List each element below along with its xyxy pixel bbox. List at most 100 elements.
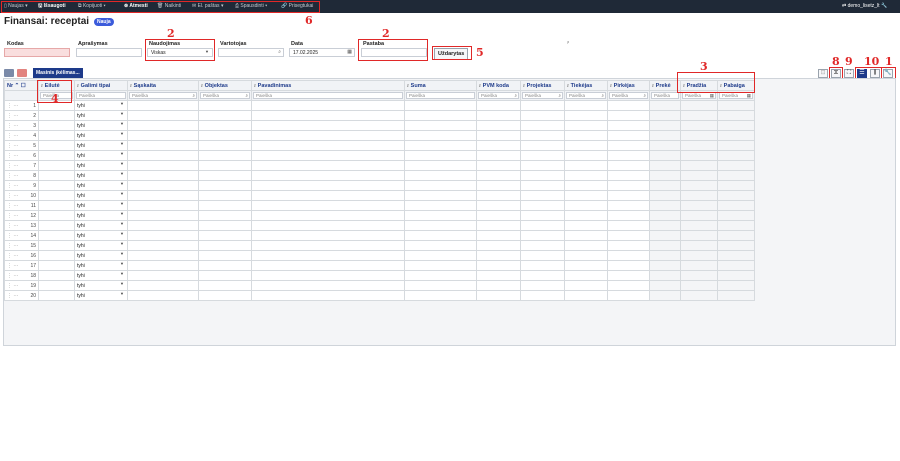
grid-cell[interactable] [198,290,252,301]
grid-cell[interactable] [564,230,608,241]
grid-cell[interactable] [127,100,199,111]
search-input-objektas[interactable]: Paieška ⌕ [200,92,250,99]
grid-cell[interactable] [564,160,608,171]
drag-handle-icon[interactable]: ⋮ ⋯ [7,273,18,279]
grid-cell[interactable] [476,110,521,121]
grid-cell[interactable] [520,170,565,181]
grid-cell[interactable] [520,100,565,111]
search-input-galimi-tipai[interactable]: Paieška [76,92,126,99]
grid-cell[interactable] [649,100,681,111]
drag-handle-icon[interactable]: ⋮ ⋯ [7,103,18,109]
grid-cell[interactable] [251,210,405,221]
drag-handle-icon[interactable]: ⋮ ⋯ [7,293,18,299]
grid-cell[interactable] [476,230,521,241]
grid-cell[interactable] [404,140,477,151]
grid-cell[interactable] [717,250,755,261]
grid-cell[interactable] [717,140,755,151]
grid-cell[interactable] [476,260,521,271]
grid-cell[interactable] [717,110,755,121]
col-objektas[interactable]: ⸗ Objektas [198,80,252,91]
galimi-tipai-select[interactable]: tyhi ▼ [74,170,128,181]
table-row[interactable]: ⋮ ⋯ 15 tyhi ▼ [4,240,755,251]
grid-cell[interactable] [649,290,681,301]
grid-cell[interactable] [680,230,718,241]
grid-cell[interactable] [476,100,521,111]
table-row[interactable]: ⋮ ⋯ 20 tyhi ▼ [4,290,755,301]
grid-cell[interactable] [680,120,718,131]
grid-cell[interactable] [680,150,718,161]
grid-cell[interactable] [607,190,650,201]
grid-cell[interactable] [680,170,718,181]
grid-cell[interactable] [564,180,608,191]
grid-cell[interactable] [476,280,521,291]
eilute-cell[interactable] [38,140,75,151]
grid-cell[interactable] [127,260,199,271]
grid-cell[interactable] [520,260,565,271]
grid-cell[interactable] [649,150,681,161]
grid-cell[interactable] [404,150,477,161]
grid-cell[interactable] [680,270,718,281]
grid-cell[interactable] [717,290,755,301]
grid-cell[interactable] [607,230,650,241]
vartotojas-field[interactable]: ⌕ [218,48,284,57]
grid-cell[interactable] [198,120,252,131]
galimi-tipai-select[interactable]: tyhi ▼ [74,190,128,201]
grid-cell[interactable] [198,160,252,171]
grid-cell[interactable] [680,290,718,301]
table-row[interactable]: ⋮ ⋯ 8 tyhi ▼ [4,170,755,181]
grid-cell[interactable] [607,130,650,141]
galimi-tipai-select[interactable]: tyhi ▼ [74,200,128,211]
table-row[interactable]: ⋮ ⋯ 16 tyhi ▼ [4,250,755,261]
drag-handle-icon[interactable]: ⋮ ⋯ [7,153,18,159]
grid-cell[interactable] [564,190,608,201]
grid-cell[interactable] [564,210,608,221]
table-row[interactable]: ⋮ ⋯ 2 tyhi ▼ [4,110,755,121]
grid-cell[interactable] [607,180,650,191]
grid-cell[interactable] [476,130,521,141]
grid-cell[interactable] [564,200,608,211]
grid-cell[interactable] [564,240,608,251]
drag-handle-icon[interactable]: ⋮ ⋯ [7,203,18,209]
grid-cell[interactable] [404,200,477,211]
grid-cell[interactable] [649,160,681,171]
grid-cell[interactable] [520,240,565,251]
grid-cell[interactable] [476,200,521,211]
grid-cell[interactable] [476,250,521,261]
col-saskaita[interactable]: ⸗ Sąskaita [127,80,199,91]
eilute-cell[interactable] [38,250,75,261]
grid-cell[interactable] [520,230,565,241]
grid-cell[interactable] [251,180,405,191]
galimi-tipai-select[interactable]: tyhi ▼ [74,130,128,141]
eilute-cell[interactable] [38,150,75,161]
grid-cell[interactable] [198,170,252,181]
grid-cell[interactable] [404,250,477,261]
grid-cell[interactable] [127,290,199,301]
grid-cell[interactable] [717,130,755,141]
drag-handle-icon[interactable]: ⋮ ⋯ [7,193,18,199]
grid-cell[interactable] [717,120,755,131]
grid-cell[interactable] [404,270,477,281]
grid-cell[interactable] [404,110,477,121]
grid-cell[interactable] [127,270,199,281]
grid-cell[interactable] [607,280,650,291]
grid-cell[interactable] [127,280,199,291]
grid-cell[interactable] [251,280,405,291]
search-input-pirkejas[interactable]: Paieška ⌕ [609,92,648,99]
copy-rows-icon[interactable] [4,69,14,77]
galimi-tipai-select[interactable]: tyhi ▼ [74,100,128,111]
drag-handle-icon[interactable]: ⋮ ⋯ [7,133,18,139]
grid-cell[interactable] [251,140,405,151]
grid-cell[interactable] [680,180,718,191]
masinis-button[interactable]: Masinis įkėlimas... [33,68,83,78]
table-row[interactable]: ⋮ ⋯ 4 tyhi ▼ [4,130,755,141]
grid-cell[interactable] [649,110,681,121]
eilute-cell[interactable] [38,240,75,251]
grid-cell[interactable] [564,270,608,281]
grid-cell[interactable] [404,260,477,271]
grid-cell[interactable] [649,230,681,241]
grid-cell[interactable] [607,140,650,151]
eilute-cell[interactable] [38,270,75,281]
aprasymas-field[interactable] [76,48,142,57]
drag-handle-icon[interactable]: ⋮ ⋯ [7,213,18,219]
grid-cell[interactable] [404,170,477,181]
